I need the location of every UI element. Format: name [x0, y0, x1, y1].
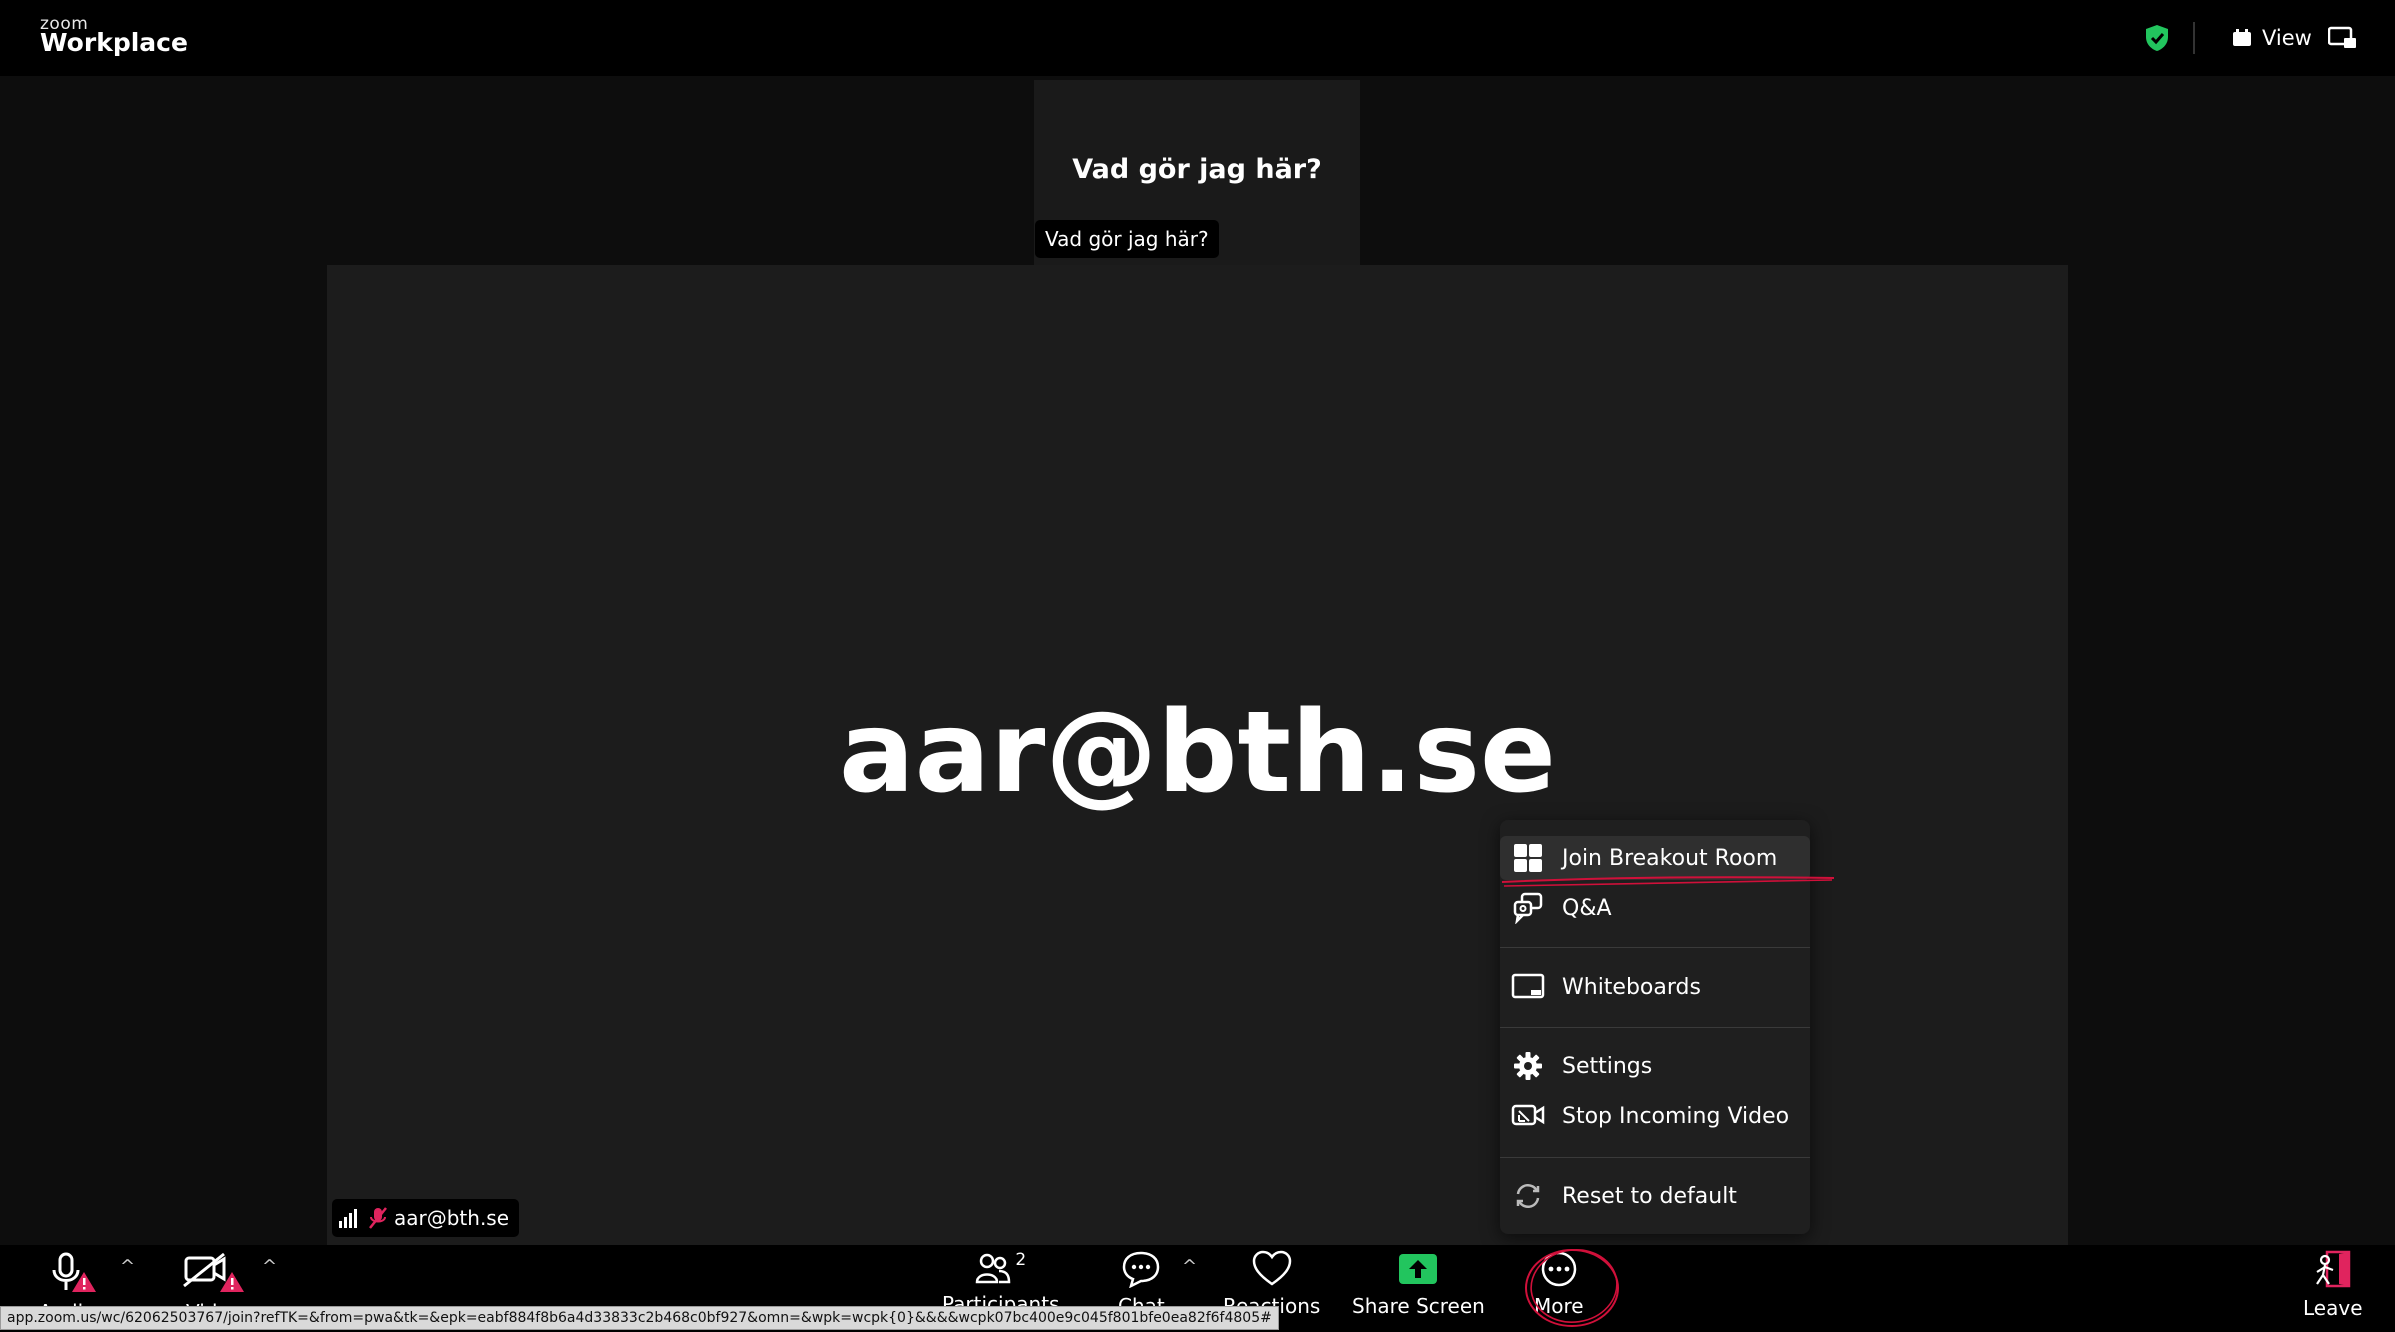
heart-icon [1252, 1250, 1291, 1286]
menu-item-stop-incoming-video[interactable]: Stop Incoming Video [1500, 1094, 1810, 1138]
speaker-name-title: Vad gör jag här? [1072, 154, 1322, 185]
app-title: Workplace [40, 28, 188, 57]
menu-item-whiteboards[interactable]: Whiteboards [1500, 965, 1810, 1009]
muted-mic-icon [369, 1207, 387, 1229]
share-screen-button[interactable]: Share Screen [1352, 1250, 1485, 1318]
reset-icon [1510, 1178, 1546, 1214]
annotation-circle [1525, 1249, 1619, 1327]
audio-options-caret[interactable]: ^ [120, 1256, 135, 1277]
video-options-caret[interactable]: ^ [262, 1256, 277, 1277]
share-screen-label: Share Screen [1352, 1294, 1485, 1318]
top-bar [0, 0, 2395, 76]
view-grid-icon [2233, 29, 2251, 46]
menu-item-label: Q&A [1562, 895, 1612, 921]
leave-button[interactable]: Leave [2303, 1250, 2363, 1320]
participant-name-tag: aar@bth.se [332, 1199, 520, 1237]
speaker-name-tag: Vad gör jag här? [1035, 220, 1219, 258]
menu-divider [1500, 1027, 1810, 1028]
leave-label: Leave [2303, 1296, 2363, 1320]
menu-item-label: Whiteboards [1562, 974, 1701, 1000]
participants-count: 2 [1015, 1250, 1027, 1270]
status-bar-url: app.zoom.us/wc/62062503767/join?refTK=&f… [0, 1306, 1279, 1330]
menu-item-label: Settings [1562, 1053, 1653, 1079]
participants-icon [976, 1253, 1011, 1284]
qa-icon [1510, 890, 1546, 926]
menu-item-reset-to-default[interactable]: Reset to default [1500, 1174, 1810, 1218]
view-button[interactable]: View [2232, 22, 2312, 54]
menu-item-label: Join Breakout Room [1562, 845, 1778, 871]
encryption-shield-icon[interactable] [2144, 24, 2170, 52]
leave-door-icon [2315, 1250, 2350, 1288]
video-off-icon [1510, 1098, 1546, 1134]
microphone-icon [52, 1252, 96, 1292]
header-divider [2193, 22, 2195, 54]
video-camera-icon [183, 1252, 244, 1292]
menu-divider [1500, 947, 1810, 948]
signal-strength-icon [339, 1209, 357, 1228]
view-label: View [2262, 26, 2312, 50]
participant-tag-label: aar@bth.se [394, 1206, 510, 1230]
menu-item-label: Stop Incoming Video [1562, 1103, 1790, 1129]
whiteboard-icon [1510, 969, 1546, 1005]
share-screen-icon [1399, 1254, 1438, 1284]
menu-divider [1500, 1157, 1810, 1158]
fullscreen-icon[interactable] [2328, 26, 2358, 50]
menu-item-label: Reset to default [1562, 1183, 1737, 1209]
chat-icon [1123, 1251, 1160, 1288]
chat-options-caret[interactable]: ^ [1182, 1256, 1197, 1277]
participant-display-name: aar@bth.se [838, 688, 1556, 818]
gear-icon [1510, 1048, 1546, 1084]
menu-item-settings[interactable]: Settings [1500, 1044, 1810, 1088]
menu-item-qa[interactable]: Q&A [1500, 886, 1810, 930]
